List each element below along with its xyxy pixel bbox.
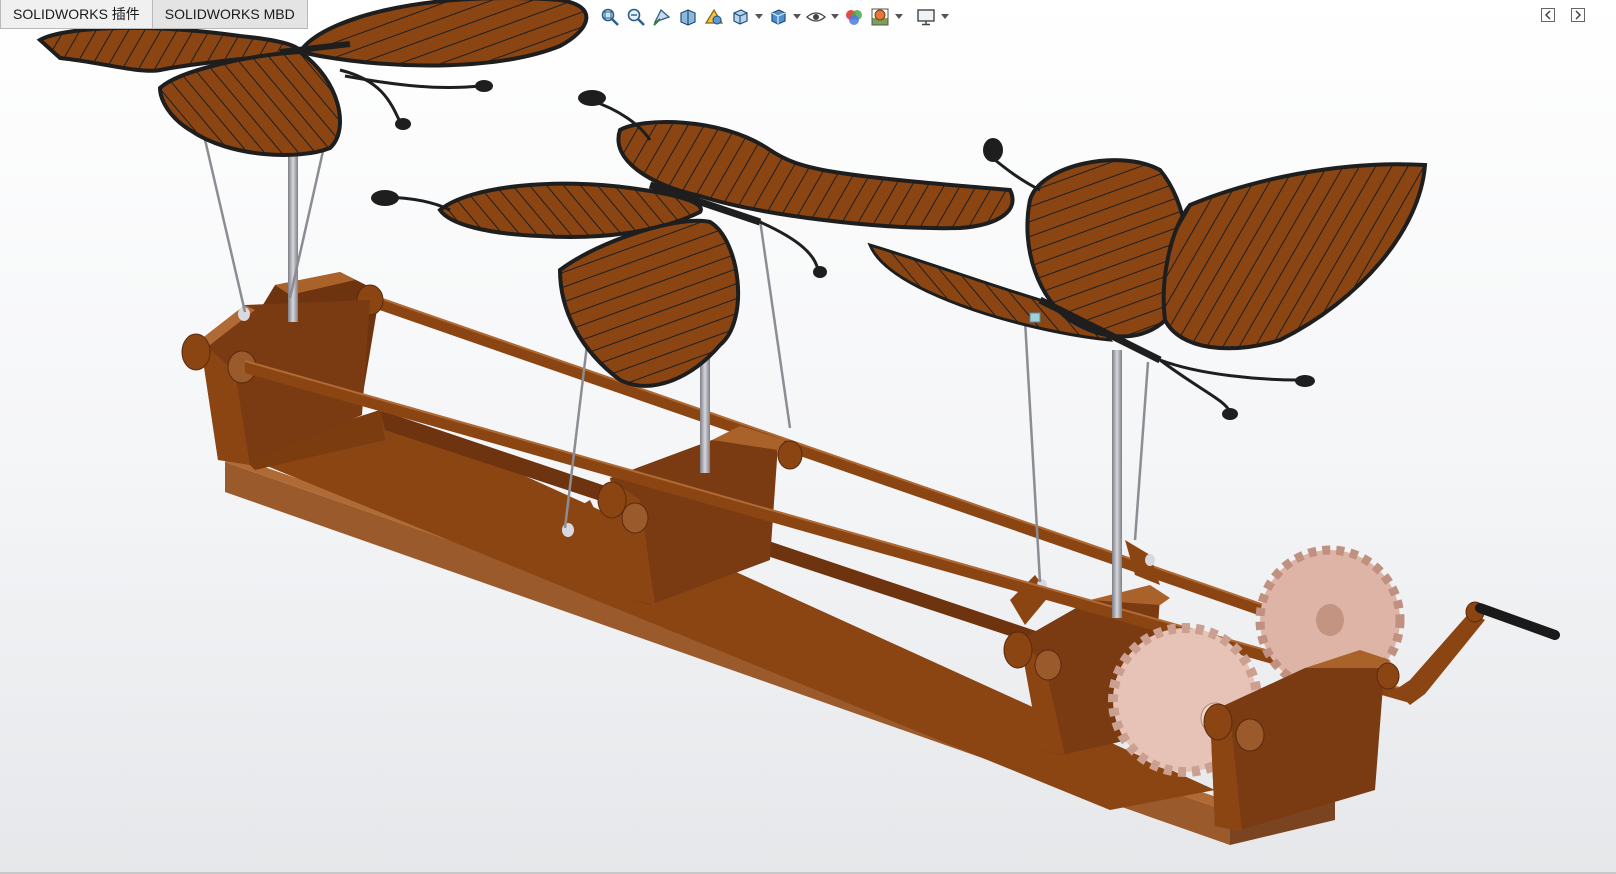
collapse-panel-icon[interactable] — [1540, 7, 1556, 23]
chevron-down-icon[interactable] — [754, 5, 764, 29]
chevron-down-icon[interactable] — [830, 5, 840, 29]
dynamic-annotation-views-icon[interactable] — [702, 5, 726, 29]
previous-view-icon[interactable] — [650, 5, 674, 29]
apply-scene-icon[interactable] — [868, 5, 892, 29]
chevron-down-icon[interactable] — [792, 5, 802, 29]
crank-handle — [1395, 601, 1560, 705]
ribbon-tab-bar: SOLIDWORKS 插件 SOLIDWORKS MBD — [0, 0, 308, 30]
section-view-icon[interactable] — [676, 5, 700, 29]
zoom-to-area-icon[interactable] — [624, 5, 648, 29]
hide-show-items-icon[interactable] — [804, 5, 828, 29]
zoom-to-fit-icon[interactable] — [598, 5, 622, 29]
chevron-down-icon[interactable] — [940, 5, 950, 29]
3d-model-viewport[interactable] — [0, 0, 1616, 874]
expand-panel-icon[interactable] — [1570, 7, 1586, 23]
tab-solidworks-mbd[interactable]: SOLIDWORKS MBD — [152, 0, 308, 29]
view-orientation-icon[interactable] — [728, 5, 752, 29]
tab-solidworks-addins[interactable]: SOLIDWORKS 插件 — [0, 0, 153, 29]
butterfly-middle — [371, 90, 1015, 388]
edit-appearance-icon[interactable] — [842, 5, 866, 29]
chevron-down-icon[interactable] — [894, 5, 904, 29]
heads-up-view-toolbar — [598, 4, 950, 30]
display-style-icon[interactable] — [766, 5, 790, 29]
view-settings-icon[interactable] — [914, 5, 938, 29]
